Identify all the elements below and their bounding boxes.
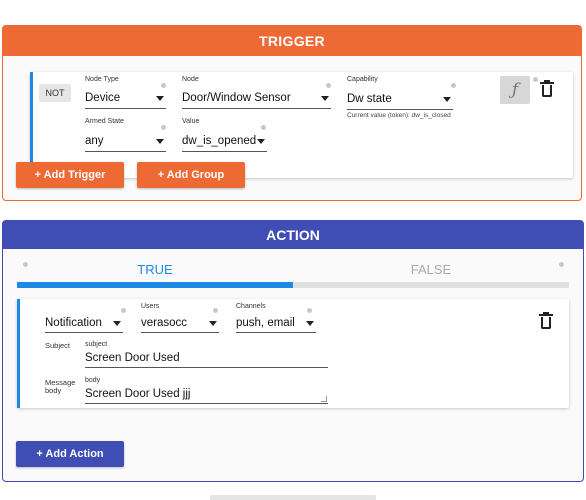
not-toggle-button[interactable]: NOT	[39, 84, 71, 102]
subject-value: Screen Door Used	[85, 352, 180, 364]
subject-input[interactable]: Screen Door Used	[85, 349, 328, 368]
armed-state-select[interactable]: any	[85, 131, 166, 152]
chevron-down-icon	[321, 96, 329, 101]
info-icon[interactable]	[161, 125, 166, 130]
users-label: Users	[141, 303, 160, 310]
value-value: dw_is_opened	[182, 135, 257, 147]
armed-state-label: Armed State	[85, 118, 124, 125]
action-card: Notification Users verasocc Channels pus…	[17, 299, 569, 408]
trigger-header: TRIGGER	[3, 26, 581, 56]
chevron-down-icon	[156, 96, 164, 101]
info-icon[interactable]	[533, 77, 538, 82]
node-label: Node	[182, 76, 199, 83]
channels-label: Channels	[236, 303, 266, 310]
body-textarea[interactable]: Screen Door Used jjj	[85, 385, 328, 404]
node-select[interactable]: Door/Window Sensor	[182, 88, 331, 109]
action-indicator-bar	[17, 299, 20, 408]
delete-trigger-button[interactable]	[540, 80, 554, 97]
action-type-value: Notification	[45, 317, 102, 329]
add-action-button[interactable]: + Add Action	[16, 441, 124, 467]
delete-action-button[interactable]	[539, 312, 553, 329]
function-icon[interactable]: ƒ	[500, 76, 530, 104]
users-select[interactable]: verasocc	[141, 313, 219, 333]
trash-body	[541, 317, 551, 329]
add-group-button[interactable]: + Add Group	[137, 162, 245, 188]
value-select[interactable]: dw_is_opened	[182, 131, 267, 152]
node-type-label: Node Type	[85, 76, 119, 83]
armed-state-value: any	[85, 135, 104, 147]
capability-label: Capability	[347, 76, 378, 83]
tab-false[interactable]: FALSE	[293, 259, 569, 281]
node-type-select[interactable]: Device	[85, 88, 166, 109]
message-body-row-label: Message body	[45, 378, 76, 395]
capability-value: Dw state	[347, 93, 392, 105]
capability-current-value: Current value (token): dw_is_closed	[347, 112, 451, 119]
trigger-panel: TRIGGER NOT Node Type Device Node Door/W…	[2, 25, 582, 201]
chevron-down-icon	[156, 139, 164, 144]
channels-select[interactable]: push, email	[236, 313, 316, 333]
info-icon[interactable]	[261, 125, 266, 130]
body-field-label: body	[85, 377, 101, 384]
action-type-select[interactable]: Notification	[45, 313, 123, 333]
subject-field-label: subject	[85, 341, 108, 348]
node-type-value: Device	[85, 92, 121, 104]
trash-lid	[540, 82, 554, 84]
action-header: ACTION	[3, 221, 583, 249]
add-trigger-button[interactable]: + Add Trigger	[16, 162, 124, 188]
channels-value: push, email	[236, 317, 295, 329]
chevron-down-icon	[443, 97, 451, 102]
chevron-down-icon	[113, 321, 121, 326]
node-value: Door/Window Sensor	[182, 92, 291, 104]
resize-handle-icon[interactable]	[321, 396, 327, 402]
trash-body	[542, 85, 552, 97]
bottom-save-bar[interactable]	[210, 495, 376, 500]
chevron-down-icon	[257, 139, 265, 144]
chevron-down-icon	[209, 321, 217, 326]
users-value: verasocc	[141, 317, 188, 329]
value-label: Value	[182, 118, 200, 125]
trash-lid	[539, 314, 553, 316]
chevron-down-icon	[306, 321, 314, 326]
action-panel: ACTION TRUE FALSE Notification Users ver…	[2, 220, 584, 482]
capability-select[interactable]: Dw state	[347, 88, 453, 110]
tab-true[interactable]: TRUE	[17, 259, 293, 281]
subject-row-label: Subject	[45, 341, 71, 350]
tab-indicator	[17, 282, 293, 288]
body-value: Screen Door Used jjj	[85, 388, 191, 400]
